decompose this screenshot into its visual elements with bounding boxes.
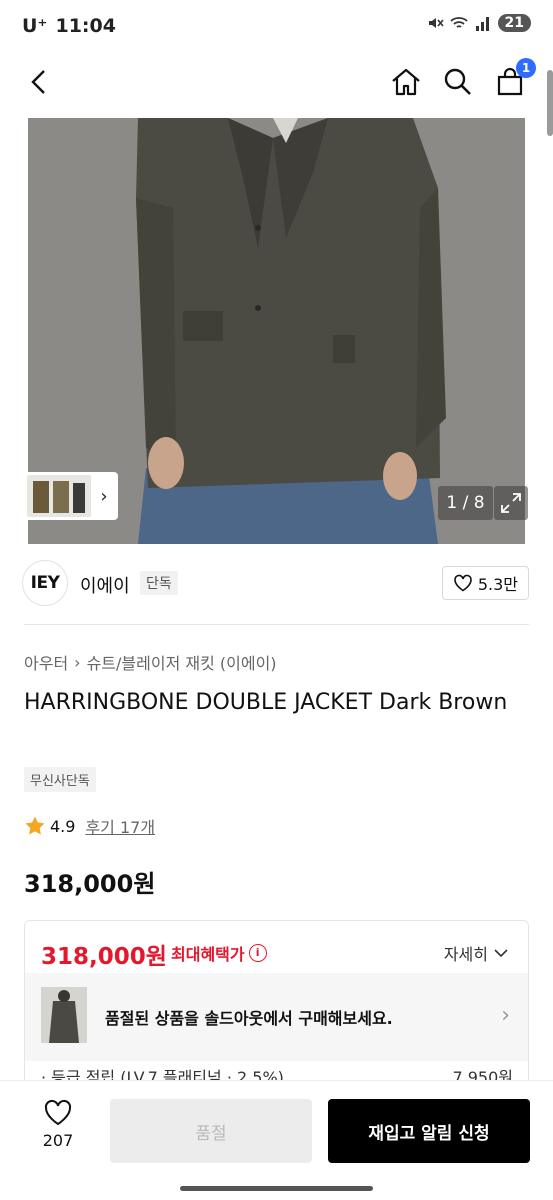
back-button[interactable] — [20, 62, 60, 102]
brand-row: IEY 이에이 단독 5.3만 — [0, 556, 553, 612]
thumbnail-strip[interactable]: › — [24, 472, 118, 520]
benefit-detail-button[interactable]: 자세히 — [444, 941, 508, 965]
max-benefit-label: 최대혜택가 i — [171, 941, 267, 965]
info-icon[interactable]: i — [248, 944, 267, 962]
exclusive-badge: 무신사단독 — [24, 767, 96, 792]
home-icon — [392, 68, 420, 96]
carrier-label: U⁺ — [22, 15, 48, 37]
breadcrumb-item-subcategory[interactable]: 슈트/블레이저 재킷 (이에이) — [87, 650, 277, 674]
soldout-button[interactable]: 품절 — [110, 1099, 312, 1163]
cart-count-badge: 1 — [516, 58, 536, 78]
brand-exclusive-badge: 단독 — [140, 571, 178, 595]
signal-icon — [475, 17, 489, 31]
search-button[interactable] — [438, 62, 478, 102]
chevron-right-icon: › — [501, 1003, 510, 1028]
brand-logo[interactable]: IEY — [22, 560, 68, 606]
soldout-promo-banner[interactable]: 품절된 상품을 솔드아웃에서 구매해보세요. › — [25, 973, 528, 1061]
status-bar: U⁺ 11:04 21 — [0, 0, 553, 52]
wishlist-button[interactable]: 207 — [28, 1099, 88, 1163]
soldout-thumbnail — [41, 987, 87, 1043]
mute-icon — [428, 18, 444, 28]
breadcrumb: 아우터 › 슈트/블레이저 재킷 (이에이) — [24, 650, 277, 674]
thumbnail-image — [27, 475, 91, 517]
heart-icon — [44, 1099, 72, 1126]
star-icon — [25, 816, 45, 835]
restock-alert-button[interactable]: 재입고 알림 신청 — [328, 1099, 530, 1163]
max-benefit-price: 318,000원 — [41, 944, 167, 970]
battery-indicator: 21 — [497, 14, 531, 32]
bottom-action-bar: 207 품절 재입고 알림 신청 — [0, 1080, 553, 1200]
brand-name[interactable]: 이에이 — [80, 572, 130, 598]
cart-button[interactable]: 1 — [490, 58, 536, 102]
breadcrumb-item-category[interactable]: 아우터 — [24, 650, 68, 674]
review-link[interactable]: 후기 17개 — [85, 814, 155, 838]
image-page-counter: 1 / 8 — [438, 486, 493, 520]
rating-score: 4.9 — [50, 816, 76, 836]
benefit-card: 318,000원 최대혜택가 i 자세히 품절된 상품을 솔드아웃에서 구매해보… — [24, 920, 529, 1090]
divider — [24, 624, 529, 625]
rating-row: 4.9 후기 17개 — [24, 814, 155, 838]
benefit-detail-label: 자세히 — [443, 945, 488, 964]
brand-like-count: 5.3만 — [477, 575, 518, 594]
soldout-promo-text: 품절된 상품을 솔드아웃에서 구매해보세요. — [105, 1009, 393, 1028]
breadcrumb-separator-icon: › — [74, 652, 81, 672]
brand-like-button[interactable]: 5.3만 — [441, 566, 529, 600]
max-benefit-label-text: 최대혜택가 — [171, 945, 245, 964]
scrollbar[interactable] — [547, 70, 553, 136]
status-icons: 21 — [426, 14, 531, 32]
status-time: 11:04 — [55, 15, 116, 37]
chevron-right-icon: › — [100, 485, 108, 507]
heart-icon — [454, 574, 472, 592]
expand-icon — [501, 493, 521, 513]
home-indicator[interactable] — [180, 1186, 373, 1191]
search-icon — [444, 68, 471, 95]
wifi-icon — [449, 17, 468, 28]
chevron-down-icon — [494, 949, 508, 958]
product-title: HARRINGBONE DOUBLE JACKET Dark Brown — [24, 690, 508, 715]
home-button[interactable] — [386, 62, 426, 102]
app-header: 1 — [0, 56, 553, 108]
wishlist-count: 207 — [42, 1131, 74, 1150]
fullscreen-button[interactable] — [494, 486, 528, 520]
back-arrow-icon — [31, 70, 45, 94]
product-price: 318,000원 — [24, 870, 156, 898]
